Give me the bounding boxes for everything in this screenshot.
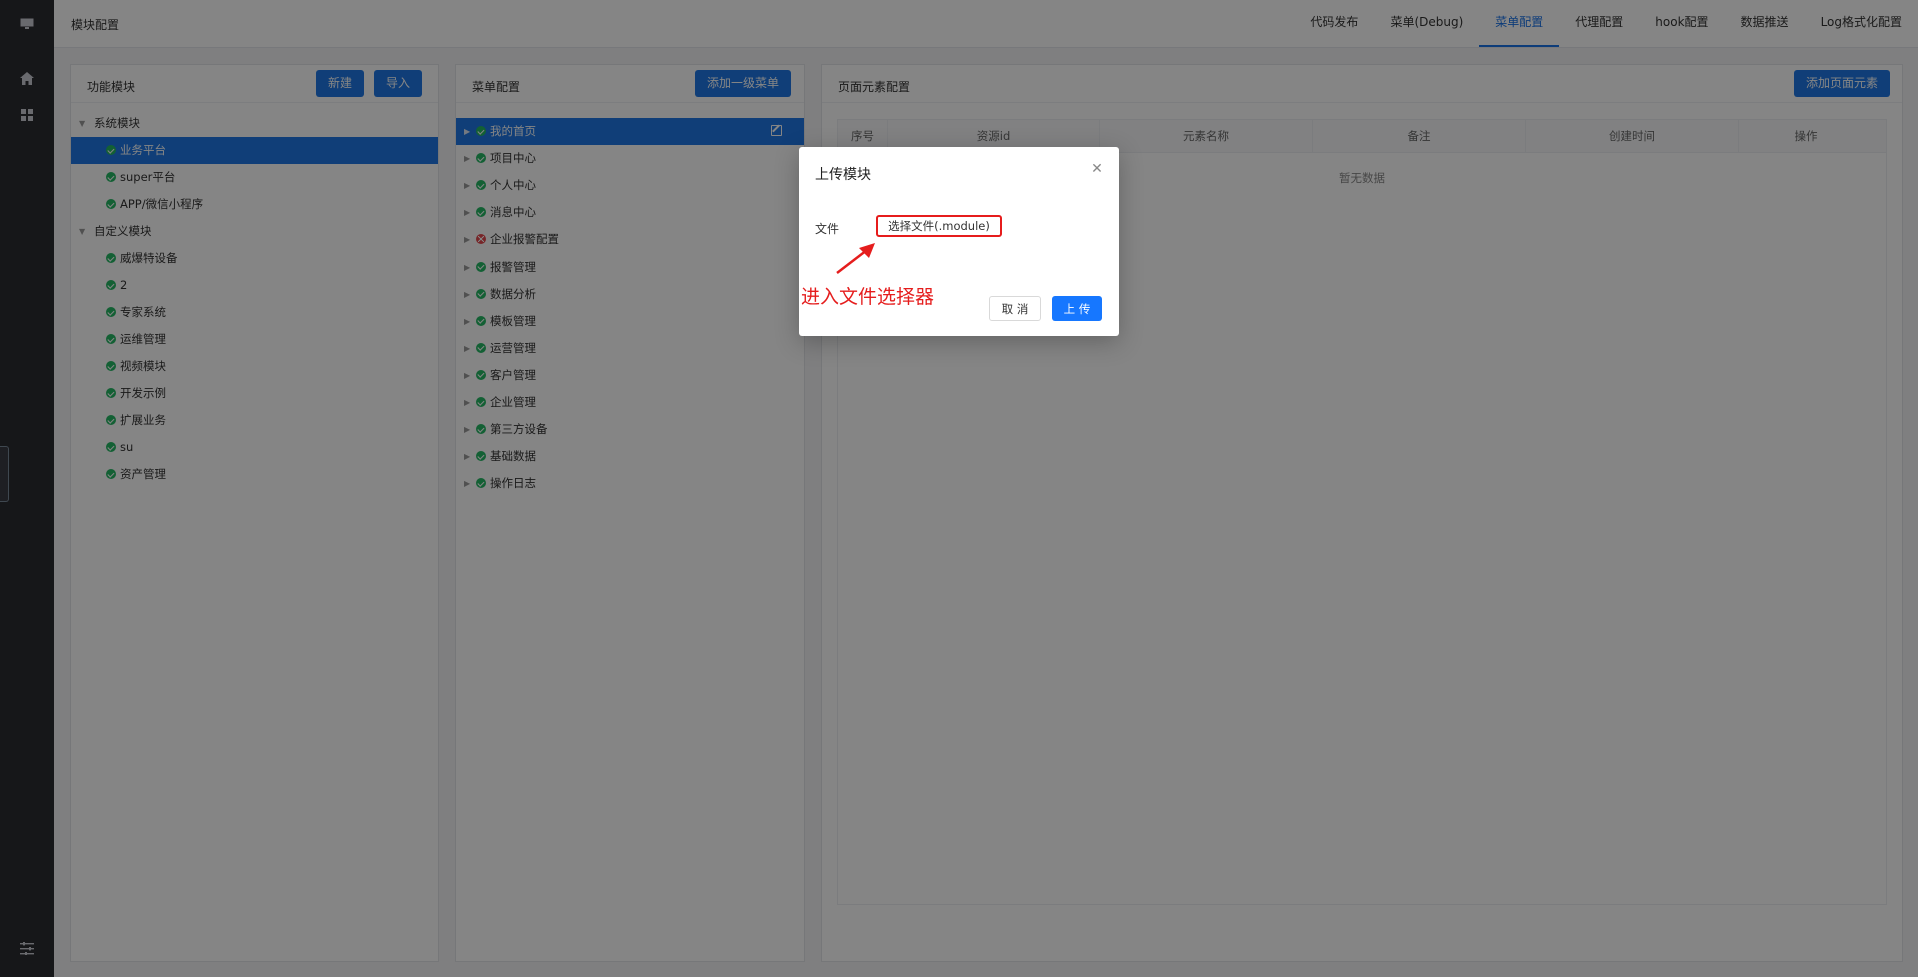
upload-button[interactable]: 上 传: [1052, 296, 1102, 321]
choose-file-button[interactable]: 选择文件(.module): [876, 215, 1002, 237]
annotation-arrow-icon: [836, 243, 875, 274]
dialog-title: 上传模块: [815, 167, 871, 183]
cancel-button[interactable]: 取 消: [989, 296, 1041, 321]
annotation-text: 进入文件选择器: [801, 286, 935, 308]
file-label: 文件: [815, 222, 840, 236]
close-icon[interactable]: ✕: [1087, 159, 1107, 179]
